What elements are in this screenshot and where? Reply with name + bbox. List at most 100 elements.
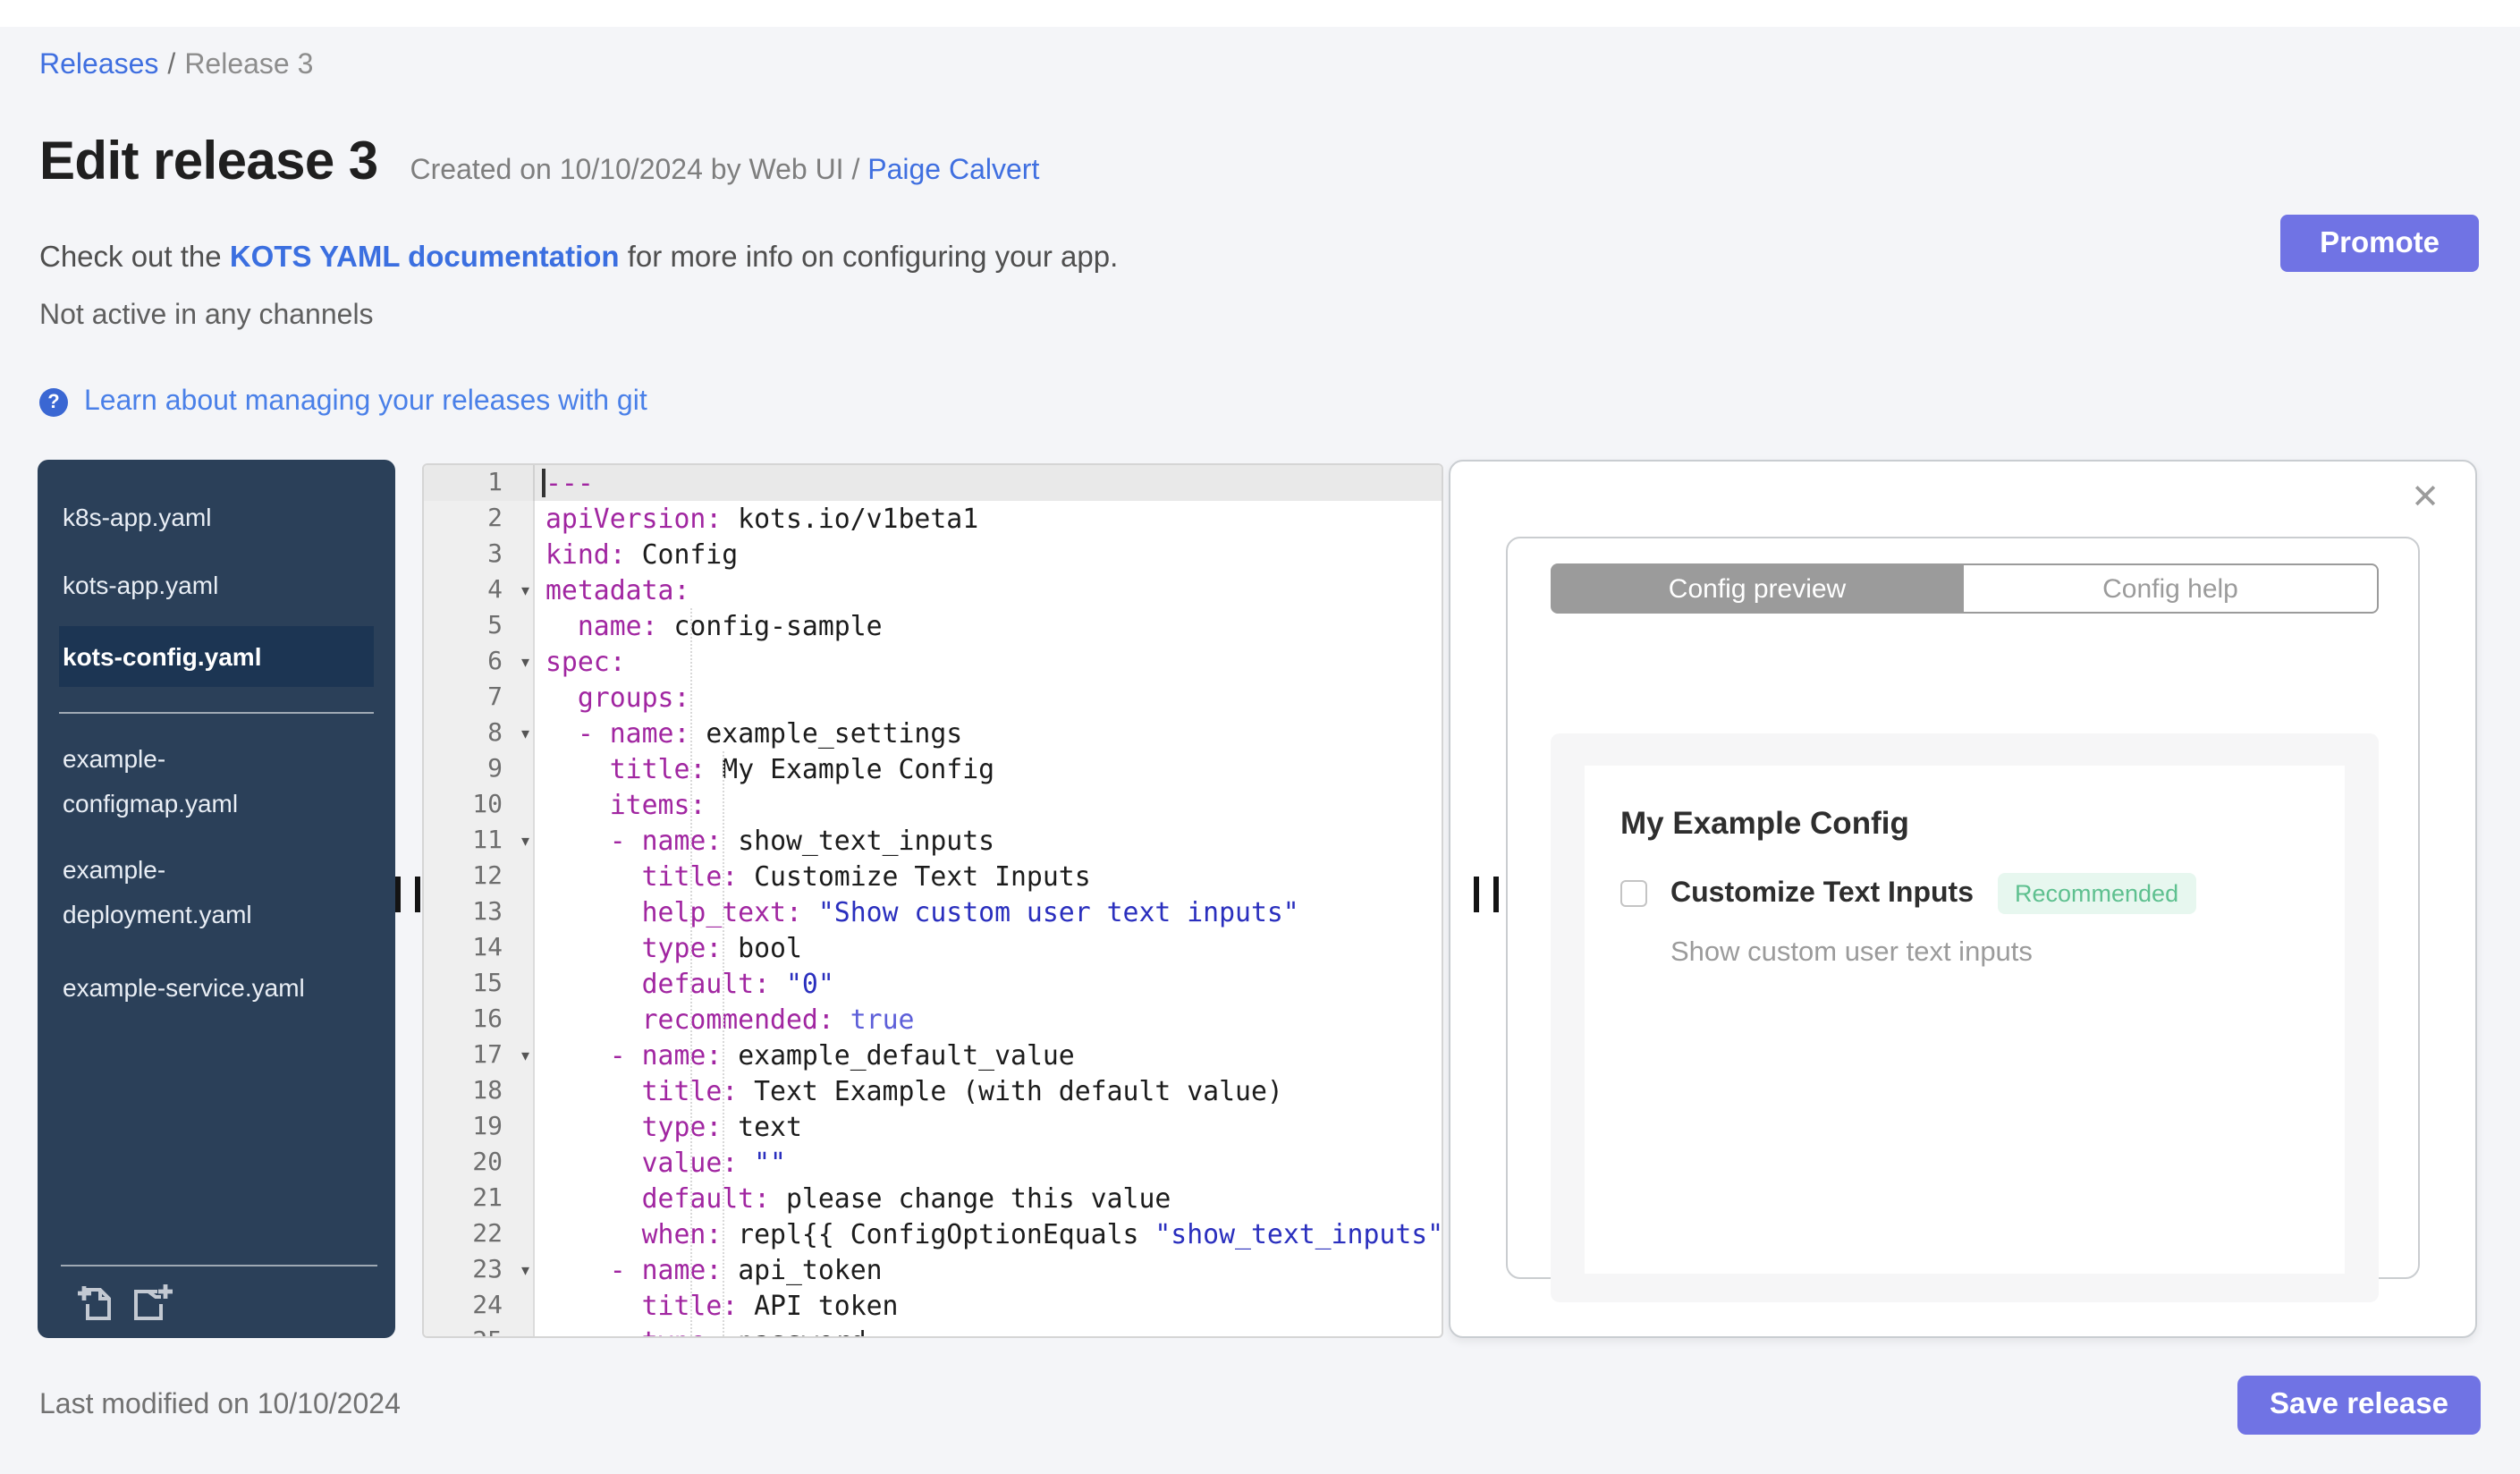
code-line-19: 19 type: text (424, 1109, 1442, 1145)
author-link[interactable]: Paige Calvert (867, 156, 1039, 186)
code-line-24: 24 title: API token (424, 1288, 1442, 1324)
customize-text-inputs-checkbox[interactable] (1620, 880, 1647, 907)
code-line-4: 4 ▾ metadata: (424, 572, 1442, 608)
config-item-help-text: Show custom user text inputs (1670, 937, 2033, 968)
breadcrumb-releases-link[interactable]: Releases (39, 50, 158, 80)
code-line-11: 11 ▾ - name: show_text_inputs (424, 823, 1442, 859)
code-line-25: 25 type: password (424, 1324, 1442, 1336)
sidebar-footer-icons (77, 1281, 173, 1322)
code-line-8: 8 ▾ - name: example_settings (424, 716, 1442, 751)
gutter-line-25: 25 (424, 1324, 535, 1336)
config-preview-card: Config preview Config help My Example Co… (1506, 537, 2420, 1302)
code-line-10: 10 items: (424, 787, 1442, 823)
promote-button[interactable]: Promote (2280, 215, 2479, 272)
config-group-title: My Example Config (1620, 805, 1909, 841)
gutter-line-22: 22 (424, 1216, 535, 1252)
indent-guide (690, 608, 692, 1336)
gutter-line-3: 3 (424, 537, 535, 572)
fold-arrow-icon[interactable]: ▾ (521, 1038, 529, 1073)
fold-arrow-icon[interactable]: ▾ (521, 644, 529, 680)
new-file-icon[interactable] (131, 1281, 173, 1322)
gutter-line-4: 4 ▾ (424, 572, 535, 608)
code-line-16: 16 recommended: true (424, 1002, 1442, 1038)
code-line-17: 17 ▾ - name: example_default_value (424, 1038, 1442, 1073)
kots-docs-link[interactable]: KOTS YAML documentation (230, 241, 620, 274)
sidebar-file-example-deployment.yaml[interactable]: example- deployment.yaml (59, 846, 374, 939)
preview-tabbar: Config preview Config help (1551, 563, 2379, 614)
fold-arrow-icon[interactable]: ▾ (521, 716, 529, 751)
sidebar-file-list: k8s-app.yaml kots-app.yaml kots-config.yam… (38, 460, 395, 1014)
code-line-15: 15 default: "0" (424, 966, 1442, 1002)
code-line-1: 1 --- (424, 465, 1442, 501)
breadcrumb-separator: / (167, 50, 176, 80)
last-modified-text: Last modified on 10/10/2024 (39, 1390, 401, 1420)
git-help-line: ? Learn about managing your releases wit… (39, 386, 647, 419)
sidebar-resize-handle[interactable] (395, 877, 420, 912)
gutter-line-8: 8 ▾ (424, 716, 535, 751)
git-help-link[interactable]: Learn about managing your releases with … (84, 386, 647, 419)
fold-arrow-icon[interactable]: ▾ (521, 1252, 529, 1288)
code-line-2: 2 apiVersion: kots.io/v1beta1 (424, 501, 1442, 537)
sidebar-divider (59, 712, 374, 714)
code-line-20: 20 value: "" (424, 1145, 1442, 1181)
save-release-button[interactable]: Save release (2237, 1376, 2481, 1435)
top-strip (0, 0, 2520, 27)
yaml-code-editor[interactable]: 1 --- 2 apiVersion: kots.io/v1beta1 3 kind: C… (422, 463, 1443, 1338)
code-line-6: 6 ▾ spec: (424, 644, 1442, 680)
fold-arrow-icon[interactable]: ▾ (521, 823, 529, 859)
gutter-line-21: 21 (424, 1181, 535, 1216)
code-line-12: 12 title: Customize Text Inputs (424, 859, 1442, 894)
config-group-box: My Example Config Customize Text Inputs … (1585, 766, 2345, 1274)
code-line-21: 21 default: please change this value (424, 1181, 1442, 1216)
sidebar-file-kots-config.yaml[interactable]: kots-config.yaml (59, 626, 374, 687)
gutter-line-15: 15 (424, 966, 535, 1002)
question-mark-icon: ? (39, 388, 68, 417)
indent-guide (723, 751, 724, 1336)
gutter-line-19: 19 (424, 1109, 535, 1145)
fold-arrow-icon[interactable]: ▾ (521, 572, 529, 608)
gutter-line-5: 5 (424, 608, 535, 644)
gutter-line-1: 1 (424, 465, 535, 501)
tab-config-preview[interactable]: Config preview (1551, 563, 1964, 614)
gutter-line-7: 7 (424, 680, 535, 716)
upload-file-icon[interactable] (77, 1281, 116, 1322)
text-cursor (542, 469, 545, 497)
code-line-7: 7 groups: (424, 680, 1442, 716)
code-lines: 1 --- 2 apiVersion: kots.io/v1beta1 3 kind: C… (424, 465, 1442, 1336)
breadcrumb: Releases / Release 3 (39, 50, 313, 82)
gutter-line-14: 14 (424, 930, 535, 966)
edit-release-page: Releases / Release 3 Edit release 3 Create… (0, 0, 2520, 1474)
channel-status: Not active in any channels (39, 301, 374, 331)
gutter-line-11: 11 ▾ (424, 823, 535, 859)
code-line-13: 13 help_text: "Show custom user text inp… (424, 894, 1442, 930)
sidebar-footer-divider (61, 1265, 377, 1266)
editor-resize-handle[interactable] (1474, 877, 1499, 912)
config-item-label: Customize Text Inputs (1670, 877, 1974, 908)
sidebar-file-example-service.yaml[interactable]: example-service.yaml (59, 961, 374, 1014)
handle-bar (395, 877, 401, 912)
gutter-line-18: 18 (424, 1073, 535, 1109)
gutter-line-24: 24 (424, 1288, 535, 1324)
breadcrumb-current: Release 3 (184, 50, 314, 80)
docs-line: Check out the KOTS YAML documentation fo… (39, 241, 1119, 274)
code-line-22: 22 when: repl{{ ConfigOptionEquals "show… (424, 1216, 1442, 1252)
code-line-3: 3 kind: Config (424, 537, 1442, 572)
handle-bar (1474, 877, 1479, 912)
sidebar-file-example-configmap.yaml[interactable]: example- configmap.yaml (59, 735, 374, 828)
code-line-5: 5 name: config-sample (424, 608, 1442, 644)
gutter-line-16: 16 (424, 1002, 535, 1038)
sidebar-file-k8s-app.yaml[interactable]: k8s-app.yaml (59, 490, 374, 544)
gutter-line-6: 6 ▾ (424, 644, 535, 680)
gutter-line-10: 10 (424, 787, 535, 823)
gutter-line-2: 2 (424, 501, 535, 537)
gutter-line-12: 12 (424, 859, 535, 894)
config-item-row: Customize Text Inputs Recommended (1620, 873, 2197, 914)
config-preview-panel: ✕ Config preview Config help My Example … (1449, 460, 2477, 1338)
tab-config-help[interactable]: Config help (1964, 563, 2379, 614)
gutter-line-13: 13 (424, 894, 535, 930)
gutter-line-9: 9 (424, 751, 535, 787)
handle-bar (1493, 877, 1499, 912)
close-icon[interactable]: ✕ (2411, 481, 2440, 515)
file-sidebar: k8s-app.yaml kots-app.yaml kots-config.yam… (38, 460, 395, 1338)
sidebar-file-kots-app.yaml[interactable]: kots-app.yaml (59, 558, 374, 612)
